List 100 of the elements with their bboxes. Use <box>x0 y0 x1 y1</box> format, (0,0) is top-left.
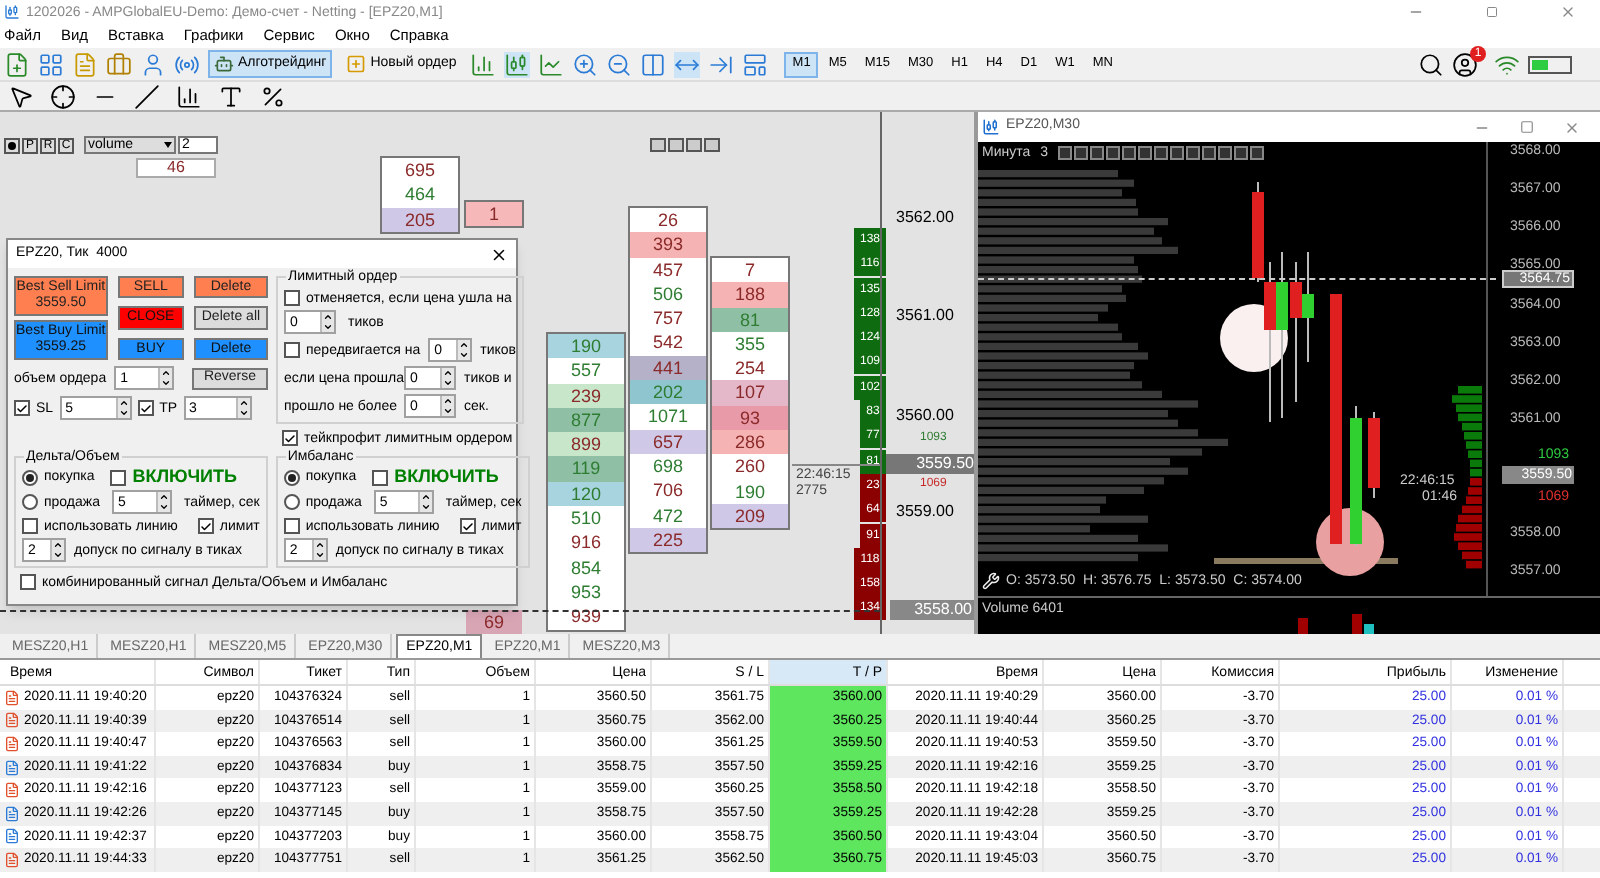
order-icon <box>4 759 20 776</box>
footprint-cell: 205 <box>382 207 458 232</box>
radio-button[interactable] <box>22 494 38 510</box>
footprint-cell: 1 <box>466 202 522 227</box>
price-label: 3560.00 <box>896 406 954 426</box>
footprint-cell: 119 <box>548 456 624 482</box>
spin-arrows-icon <box>235 398 250 418</box>
zoom-in-icon[interactable] <box>572 51 599 77</box>
footprint-cell: 26 <box>630 208 706 233</box>
battery-icon <box>1528 55 1572 73</box>
app-icon <box>4 4 20 20</box>
mini-toolbar-icon[interactable] <box>650 138 720 152</box>
record-icon[interactable] <box>4 137 20 153</box>
footprint-cell: 441 <box>630 355 706 381</box>
footprint-cell: 188 <box>712 282 788 308</box>
tile-windows-icon[interactable] <box>640 51 667 77</box>
crosshair-icon[interactable] <box>50 83 76 109</box>
radio-button[interactable] <box>22 469 38 485</box>
checkbox[interactable] <box>20 574 36 590</box>
spin-arrows-icon <box>50 540 64 560</box>
checkbox[interactable] <box>282 430 298 446</box>
checkbox[interactable] <box>137 400 154 416</box>
trend-line-icon[interactable] <box>134 83 160 109</box>
order-icon <box>4 689 20 706</box>
footprint-cell: 209 <box>712 503 788 529</box>
candlestick-icon[interactable] <box>504 51 531 77</box>
spin-arrows-icon <box>440 396 454 416</box>
order-icon <box>4 782 20 799</box>
chart-tools-icon[interactable] <box>1058 146 1265 160</box>
spin-arrows-icon <box>417 492 432 512</box>
spin-arrows-icon <box>440 368 454 388</box>
fibonacci-icon[interactable] <box>260 83 286 109</box>
maximize-icon[interactable] <box>1520 120 1534 134</box>
checkbox[interactable] <box>22 518 38 534</box>
cursor-icon[interactable] <box>8 83 34 109</box>
price-label: 3559.00 <box>896 502 954 522</box>
spin-arrows-icon <box>155 492 170 512</box>
order-icon <box>4 712 20 729</box>
footprint-cell: 877 <box>548 407 624 433</box>
order-icon <box>4 805 20 822</box>
candle <box>1368 411 1380 499</box>
close-icon[interactable] <box>490 245 508 263</box>
robot-icon <box>214 54 234 74</box>
footprint-cell: 393 <box>630 232 706 258</box>
maximize-icon[interactable] <box>1486 6 1498 18</box>
spin-arrows-icon <box>115 398 130 418</box>
chart-window-icon <box>982 118 1000 136</box>
enable-label: ВКЛЮЧИТЬ <box>132 468 237 486</box>
checkbox[interactable] <box>284 290 300 306</box>
footprint-cell: 93 <box>712 405 788 431</box>
footprint-cell: 239 <box>548 383 624 408</box>
footprint-cell: 457 <box>630 257 706 282</box>
bar-chart-icon[interactable] <box>470 51 497 77</box>
spin-arrows-icon <box>320 312 334 332</box>
footprint-cell: 657 <box>630 429 706 454</box>
autoscroll-icon[interactable] <box>674 51 701 77</box>
spin-arrows-icon <box>158 368 173 388</box>
line-chart-icon[interactable] <box>538 51 565 77</box>
checkbox[interactable] <box>197 518 214 534</box>
footprint-cell: 81 <box>712 307 788 332</box>
radio-button[interactable] <box>283 494 300 510</box>
footprint-cell: 286 <box>712 430 788 455</box>
template-icon[interactable] <box>742 51 769 77</box>
footprint-cell: 202 <box>630 380 706 405</box>
spin-arrows-icon <box>311 540 326 560</box>
spin-arrows-icon <box>456 340 471 360</box>
checkbox[interactable] <box>110 469 127 485</box>
footprint-cell: 225 <box>630 527 706 553</box>
connection-icon[interactable] <box>1494 51 1520 77</box>
checkbox[interactable] <box>459 518 476 534</box>
signal-icon[interactable] <box>174 51 200 77</box>
order-icon <box>4 828 20 845</box>
account-icon[interactable] <box>1452 51 1478 77</box>
dropdown-caret-icon <box>164 142 172 148</box>
footprint-cell: 899 <box>548 432 624 457</box>
price-label: 3561.00 <box>896 306 954 326</box>
chart-shift-icon[interactable] <box>708 51 735 77</box>
volume-bars-drawing <box>1298 614 1378 634</box>
checkbox[interactable] <box>372 469 389 485</box>
footprint-cell: 254 <box>712 356 788 381</box>
radio-button[interactable] <box>283 469 300 485</box>
zoom-out-icon[interactable] <box>606 51 633 77</box>
profiles-icon[interactable] <box>38 51 64 77</box>
new-chart-icon[interactable] <box>4 51 30 77</box>
checkbox[interactable] <box>284 342 300 358</box>
candle <box>1350 405 1362 547</box>
search-icon[interactable] <box>1418 51 1444 77</box>
plus-icon <box>346 54 367 74</box>
footprint-cell: 7 <box>712 258 788 283</box>
line-price-label: 3558.00 <box>890 600 974 620</box>
value-box: 46 <box>136 158 216 178</box>
tools-icon[interactable] <box>982 572 1000 590</box>
checkbox[interactable] <box>283 518 300 534</box>
checkbox[interactable] <box>14 400 30 416</box>
current-price-label: 3559.50 <box>886 454 974 474</box>
footprint-cell: 69 <box>466 610 522 634</box>
enable-label: ВКЛЮЧИТЬ <box>394 468 499 486</box>
footprint-cell: 107 <box>712 380 788 406</box>
user-icon[interactable] <box>140 51 166 77</box>
text-icon[interactable] <box>218 83 244 109</box>
